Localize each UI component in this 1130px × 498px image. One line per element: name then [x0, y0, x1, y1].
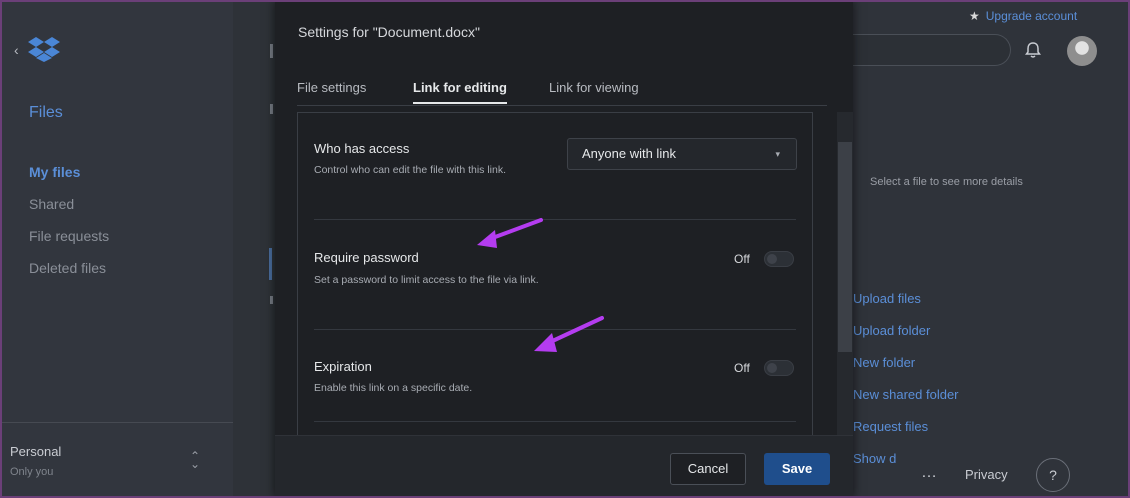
modal-footer: Cancel Save: [275, 435, 853, 498]
password-toggle-state: Off: [734, 252, 750, 266]
row-divider: [314, 219, 796, 220]
upload-folder-link[interactable]: Upload folder: [853, 322, 959, 354]
help-button[interactable]: ?: [1036, 458, 1070, 492]
sidebar-nav: My files Shared File requests Deleted fi…: [29, 164, 109, 292]
chevron-down-icon: ▾: [775, 149, 780, 159]
password-toggle[interactable]: [764, 251, 794, 267]
expiration-toggle[interactable]: [764, 360, 794, 376]
tabs-divider: [297, 105, 827, 106]
background-content: [233, 0, 275, 498]
tab-link-for-editing[interactable]: Link for editing: [413, 80, 507, 104]
sidebar-item-file-requests[interactable]: File requests: [29, 228, 109, 260]
background-mark: [270, 104, 273, 114]
new-folder-link[interactable]: New folder: [853, 354, 959, 386]
background-mark: [270, 44, 273, 58]
sidebar-item-shared[interactable]: Shared: [29, 196, 109, 228]
star-icon: ★: [969, 9, 980, 23]
access-select[interactable]: Anyone with link ▾: [567, 138, 797, 170]
background-mark: [269, 248, 272, 280]
password-description: Set a password to limit access to the fi…: [314, 274, 539, 286]
details-hint: Select a file to see more details: [870, 176, 1023, 188]
privacy-link[interactable]: Privacy: [965, 467, 1008, 482]
row-divider: [314, 421, 796, 422]
user-avatar[interactable]: [1067, 36, 1097, 66]
settings-modal: Settings for "Document.docx" File settin…: [275, 0, 853, 498]
dropbox-logo-icon[interactable]: [28, 36, 60, 67]
modal-title: Settings for "Document.docx": [298, 24, 480, 40]
sidebar: ‹ Files My files Shared File requests De…: [0, 0, 233, 498]
request-files-link[interactable]: Request files: [853, 418, 959, 450]
expiration-title: Expiration: [314, 359, 372, 374]
expiration-toggle-state: Off: [734, 361, 750, 375]
tab-link-for-viewing[interactable]: Link for viewing: [549, 80, 639, 104]
expiration-description: Enable this link on a specific date.: [314, 382, 473, 394]
access-select-value: Anyone with link: [582, 146, 676, 161]
password-title: Require password: [314, 250, 419, 265]
actions-list: Upload files Upload folder New folder Ne…: [853, 290, 959, 482]
sidebar-divider: [0, 422, 233, 423]
chevron-left-icon[interactable]: ‹: [14, 42, 19, 58]
search-input[interactable]: [853, 34, 1011, 66]
save-button[interactable]: Save: [764, 453, 830, 485]
sidebar-item-my-files[interactable]: My files: [29, 164, 109, 196]
show-deleted-link[interactable]: Show d: [853, 450, 959, 482]
annotation-arrow-icon: [477, 218, 543, 248]
upgrade-label: Upgrade account: [985, 9, 1078, 23]
sidebar-title: Files: [29, 104, 63, 121]
scrollbar-thumb[interactable]: [838, 142, 852, 352]
cancel-button[interactable]: Cancel: [670, 453, 746, 485]
upgrade-account-link[interactable]: ★ Upgrade account: [969, 9, 1077, 23]
new-shared-folder-link[interactable]: New shared folder: [853, 386, 959, 418]
background-mark: [270, 296, 273, 304]
access-description: Control who can edit the file with this …: [314, 164, 507, 176]
upload-files-link[interactable]: Upload files: [853, 290, 959, 322]
annotation-arrow-icon: [534, 316, 604, 352]
tab-file-settings[interactable]: File settings: [297, 80, 366, 104]
up-down-chevron-icon[interactable]: ⌃ ⌄: [190, 450, 200, 470]
access-title: Who has access: [314, 141, 410, 156]
account-subtitle: Only you: [10, 466, 54, 478]
account-name[interactable]: Personal: [10, 444, 61, 459]
sidebar-item-deleted-files[interactable]: Deleted files: [29, 260, 109, 292]
more-options-icon[interactable]: …: [921, 464, 937, 482]
bell-icon[interactable]: [1023, 40, 1043, 65]
